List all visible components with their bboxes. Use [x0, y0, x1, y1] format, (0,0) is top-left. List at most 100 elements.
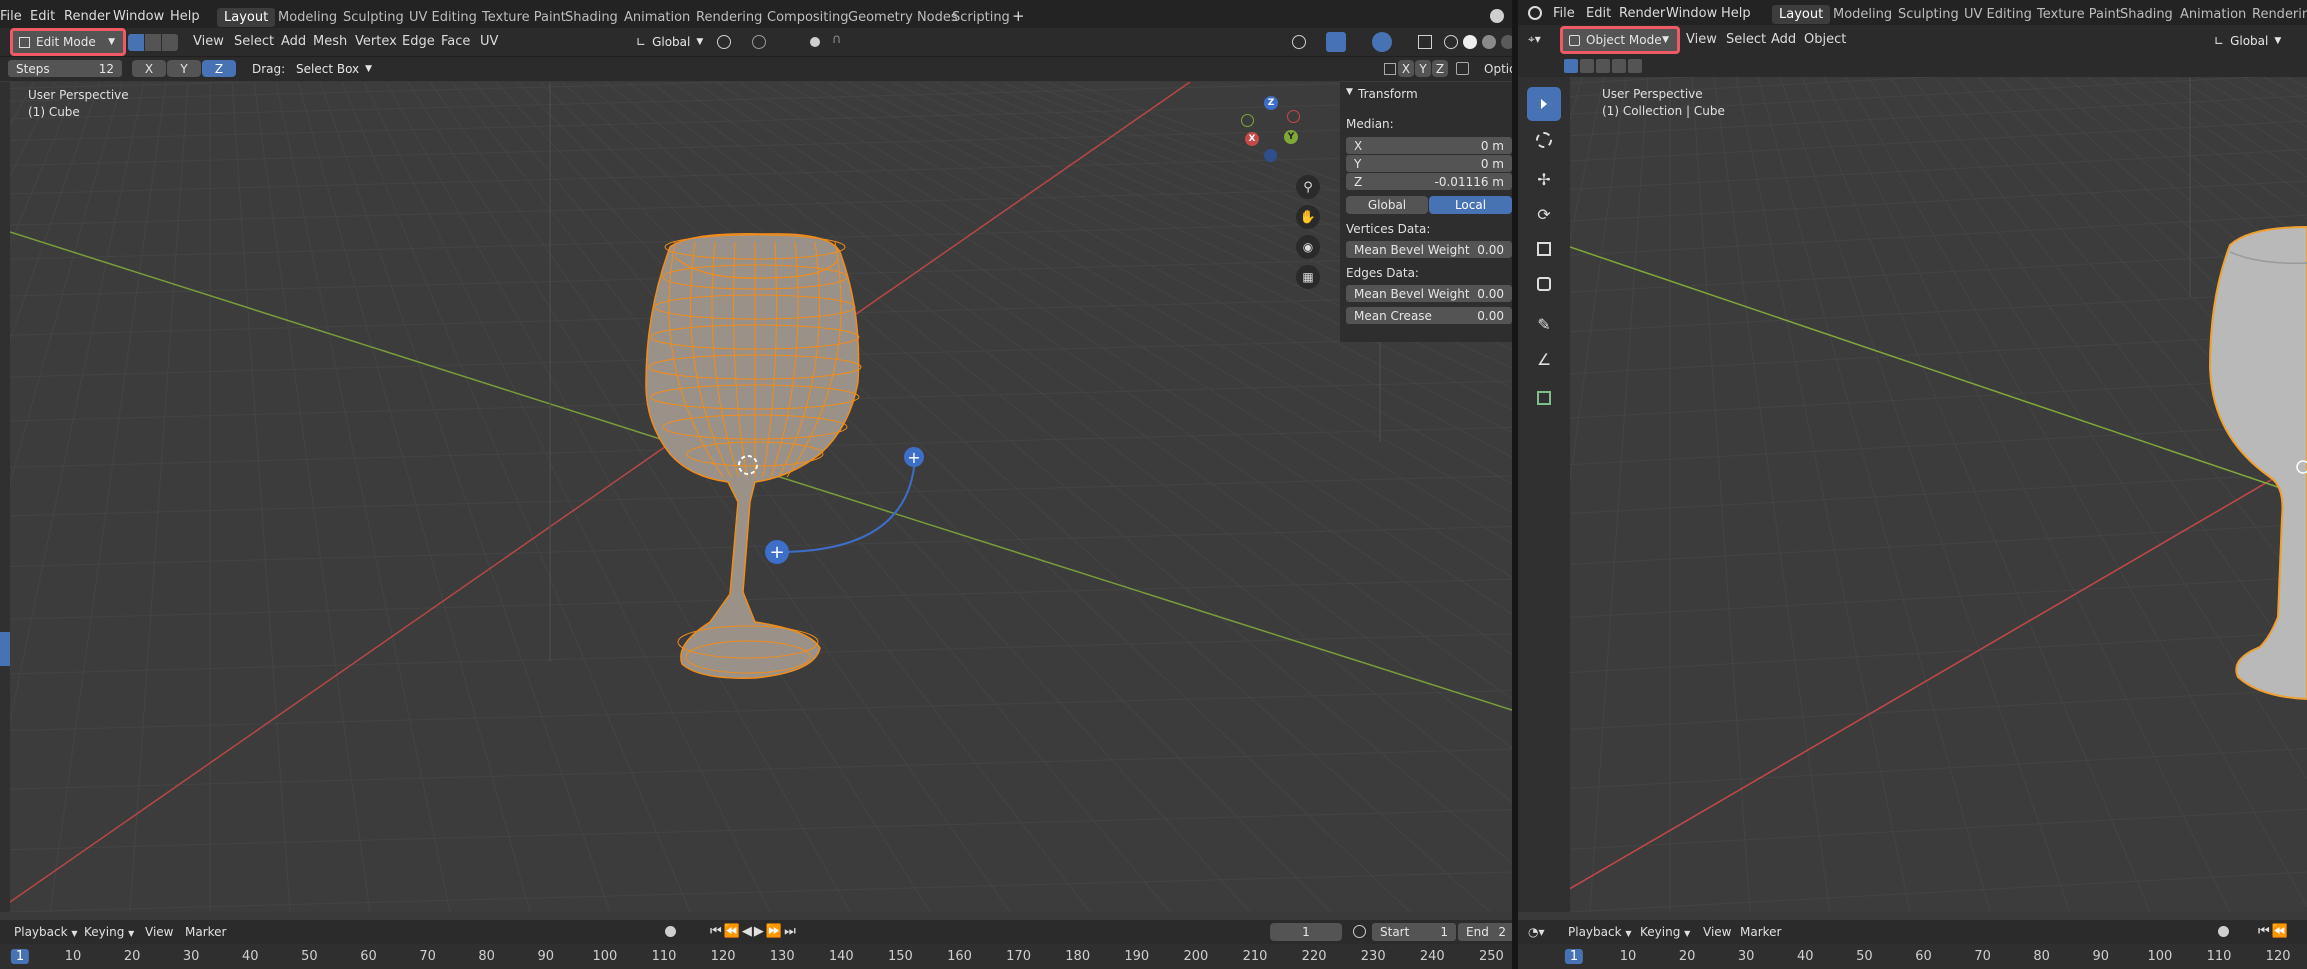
right-mode-selector[interactable]: Object Mode ▼ — [1560, 26, 1680, 54]
wireframe-shading-icon[interactable] — [1444, 35, 1458, 49]
right-workspace-tab-shading[interactable]: Shading — [2113, 5, 2180, 24]
playback-controls[interactable]: ⏮⏪◀▶⏩⏭ — [710, 924, 798, 939]
gizmo-x-icon[interactable]: X — [1245, 132, 1259, 146]
right-workspace-tab-animation[interactable]: Animation — [2173, 5, 2253, 24]
tool-active-indicator[interactable] — [0, 632, 10, 666]
left-workspace-tab-modeling[interactable]: Modeling — [271, 8, 344, 27]
right-workspace-tab-modeling[interactable]: Modeling — [1826, 5, 1899, 24]
right-view-menu[interactable]: View — [1686, 32, 1717, 47]
xray-icon[interactable] — [1418, 35, 1432, 49]
timeline-editor-icon[interactable]: ◔▾ — [1528, 925, 1545, 939]
select-box-tool[interactable] — [1527, 87, 1561, 121]
right-playback-menu[interactable]: Playback ▼ — [1568, 925, 1632, 939]
right-menu-help[interactable]: Help — [1721, 6, 1751, 21]
face-menu[interactable]: Face — [441, 34, 470, 49]
left-playback-menu[interactable]: Playback ▼ — [14, 925, 78, 939]
mean-crease-field[interactable]: Mean Crease 0.00 — [1346, 307, 1512, 324]
rendered-shading-icon[interactable] — [1501, 35, 1512, 49]
vertex-select-icon[interactable] — [128, 34, 144, 51]
left-workspace-tab-rendering[interactable]: Rendering — [689, 8, 769, 27]
snap-icon[interactable] — [752, 35, 766, 49]
left-menu-window[interactable]: Window — [113, 9, 164, 24]
right-marker-menu[interactable]: Marker — [1740, 925, 1781, 939]
material-shading-icon[interactable] — [1482, 35, 1496, 49]
annotate-tool[interactable]: ✎ — [1527, 307, 1561, 341]
gizmo-neg-y-icon[interactable] — [1241, 114, 1254, 127]
steps-field[interactable]: Steps 12 — [8, 60, 122, 77]
rotate-tool[interactable]: ⟳ — [1527, 197, 1561, 231]
move-tool[interactable]: ✢ — [1527, 162, 1561, 196]
right-menu-window[interactable]: Window — [1666, 6, 1717, 21]
right-orientation-dropdown[interactable]: ∟ Global ▼ — [2208, 31, 2288, 51]
gizmo-neg-z-icon[interactable] — [1264, 149, 1277, 162]
start-frame-field[interactable]: Start 1 — [1372, 923, 1456, 941]
right-3d-viewport[interactable]: User Perspective (1) Collection | Cube — [1570, 77, 2307, 912]
median-x-field[interactable]: X 0 m — [1346, 137, 1512, 154]
select-subtract-icon[interactable] — [1596, 59, 1610, 73]
left-view-menu[interactable]: View — [193, 34, 224, 49]
axis-x-toggle[interactable]: X — [132, 60, 166, 77]
navigation-gizmo[interactable]: Z Y X — [1235, 96, 1307, 168]
edge-bevel-weight-field[interactable]: Mean Bevel Weight 0.00 — [1346, 285, 1512, 302]
transform-tool[interactable] — [1527, 267, 1561, 301]
stopwatch-icon[interactable] — [1353, 925, 1366, 938]
object-menu[interactable]: Object — [1804, 32, 1846, 47]
measure-tool[interactable]: ∠ — [1527, 342, 1561, 376]
axis-y-toggle[interactable]: Y — [167, 60, 201, 77]
left-keying-menu[interactable]: Keying ▼ — [84, 925, 134, 939]
add-cube-tool[interactable] — [1527, 381, 1561, 415]
pan-hand-icon[interactable]: ✋ — [1296, 205, 1320, 229]
options-menu[interactable]: Optio — [1484, 62, 1512, 76]
edge-menu[interactable]: Edge — [402, 34, 435, 49]
select-extend-icon[interactable] — [1580, 59, 1594, 73]
falloff-icon[interactable]: ∩ — [832, 32, 842, 47]
add-workspace-button[interactable]: + — [1012, 7, 1025, 25]
record-icon[interactable] — [2218, 926, 2229, 937]
left-workspace-tab-animation[interactable]: Animation — [617, 8, 697, 27]
left-workspace-tab-layout[interactable]: Layout — [217, 8, 276, 27]
left-mode-selector[interactable]: Edit Mode ▼ — [10, 28, 126, 56]
left-menu-file[interactable]: File — [0, 9, 22, 24]
vertex-menu[interactable]: Vertex — [355, 34, 397, 49]
right-timeline-ruler[interactable] — [1518, 944, 2307, 969]
overlay-toggle-icon[interactable] — [1372, 32, 1392, 52]
left-orientation-dropdown[interactable]: ∟ Global ▼ — [630, 32, 710, 52]
select-intersect-icon[interactable] — [1628, 59, 1642, 73]
left-menu-edit[interactable]: Edit — [30, 9, 55, 24]
left-3d-viewport[interactable]: + + User Perspective (1) Cube Z Y X ⚲ ✋ … — [10, 82, 1512, 912]
panel-collapse-icon[interactable]: ▼ — [1346, 87, 1353, 97]
mirror-x-toggle[interactable]: X — [1398, 60, 1414, 77]
end-frame-field[interactable]: End 2 — [1458, 923, 1512, 941]
mesh-menu[interactable]: Mesh — [313, 34, 347, 49]
right-menu-edit[interactable]: Edit — [1586, 6, 1611, 21]
right-timeline-view-menu[interactable]: View — [1703, 925, 1731, 939]
gizmo-y-icon[interactable]: Y — [1284, 130, 1298, 144]
right-menu-render[interactable]: Render — [1619, 6, 1665, 21]
gizmo-z-icon[interactable]: Z — [1264, 96, 1278, 110]
vertex-bevel-weight-field[interactable]: Mean Bevel Weight 0.00 — [1346, 241, 1512, 258]
drag-dropdown[interactable]: Select Box ▼ — [290, 60, 379, 77]
gizmo-neg-x-icon[interactable] — [1287, 110, 1300, 123]
record-icon[interactable] — [665, 926, 676, 937]
grid-perspective-icon[interactable]: ▦ — [1296, 265, 1320, 289]
axis-z-toggle[interactable]: Z — [202, 60, 236, 77]
right-keying-menu[interactable]: Keying ▼ — [1640, 925, 1690, 939]
playback-controls[interactable]: ⏮⏪ — [2258, 924, 2290, 939]
cursor-tool[interactable] — [1527, 123, 1561, 157]
gizmo-toggle-icon[interactable] — [1326, 32, 1346, 52]
left-timeline-view-menu[interactable]: View — [145, 925, 173, 939]
median-y-field[interactable]: Y 0 m — [1346, 155, 1512, 172]
right-workspace-tab-rendering[interactable]: Renderin — [2245, 5, 2307, 24]
right-select-menu[interactable]: Select — [1726, 32, 1766, 47]
mirror-z-toggle[interactable]: Z — [1432, 60, 1448, 77]
right-workspace-tab-layout[interactable]: Layout — [1772, 5, 1831, 24]
blender-logo-icon[interactable] — [1528, 6, 1542, 20]
left-timeline-ruler[interactable] — [0, 944, 1512, 969]
pivot-icon[interactable] — [717, 35, 731, 49]
face-select-icon[interactable] — [162, 34, 178, 51]
left-menu-render[interactable]: Render — [64, 9, 110, 24]
select-invert-icon[interactable] — [1612, 59, 1626, 73]
editor-type-icon[interactable]: ⌖▾ — [1528, 32, 1541, 47]
right-workspace-tab-uv-editing[interactable]: UV Editing — [1957, 5, 2039, 24]
left-workspace-tab-shading[interactable]: Shading — [558, 8, 625, 27]
